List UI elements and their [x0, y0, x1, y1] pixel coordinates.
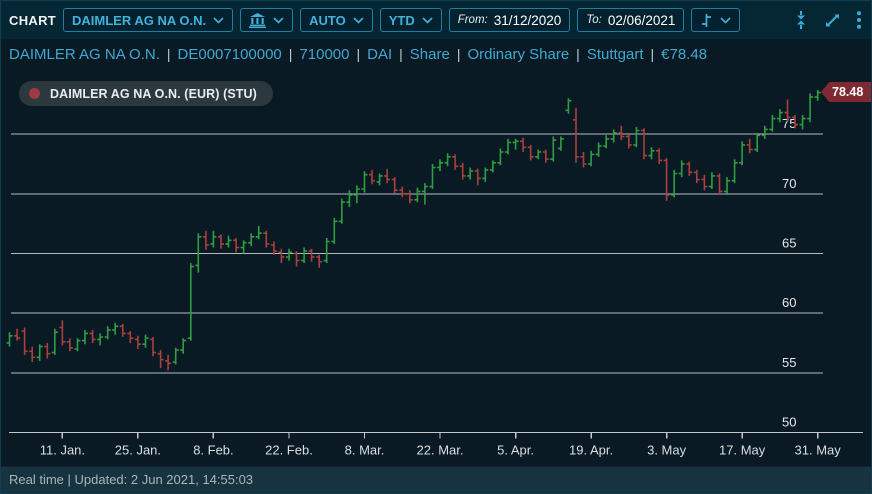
svg-text:8. Mar.: 8. Mar. — [345, 443, 385, 458]
svg-text:25. Jan.: 25. Jan. — [115, 443, 161, 458]
chart-widget: CHART DAIMLER AG NA O.N. AUTO — [0, 0, 872, 494]
svg-text:5. Apr.: 5. Apr. — [497, 443, 534, 458]
svg-text:65: 65 — [782, 235, 796, 250]
svg-text:3. May: 3. May — [647, 443, 687, 458]
svg-text:60: 60 — [782, 295, 796, 310]
svg-text:22. Mar.: 22. Mar. — [417, 443, 464, 458]
x-axis: 11. Jan. 25. Jan. 8. Feb. 22. Feb. 8. Mar. 22… — [9, 433, 863, 458]
y-axis-labels: 505560657075 — [782, 116, 796, 429]
series-legend[interactable]: DAIMLER AG NA O.N. (EUR) (STU) — [19, 81, 273, 106]
series-legend-label: DAIMLER AG NA O.N. (EUR) (STU) — [50, 87, 257, 101]
svg-text:19. Apr.: 19. Apr. — [569, 443, 613, 458]
svg-text:50: 50 — [782, 415, 796, 430]
ohlc-series — [7, 90, 821, 370]
svg-text:8. Feb.: 8. Feb. — [193, 443, 233, 458]
last-price-value: 78.48 — [832, 85, 863, 99]
series-color-dot — [29, 88, 40, 99]
svg-text:55: 55 — [782, 355, 796, 370]
grid-lines — [11, 134, 823, 373]
svg-text:31. May: 31. May — [795, 443, 842, 458]
svg-text:22. Feb.: 22. Feb. — [265, 443, 313, 458]
svg-text:17. May: 17. May — [719, 443, 766, 458]
last-price-badge: 78.48 — [821, 82, 872, 102]
price-chart: 50556065707511. Jan.25. Jan.8. Feb.22. F… — [1, 1, 872, 494]
svg-text:11. Jan.: 11. Jan. — [40, 443, 85, 458]
svg-text:70: 70 — [782, 176, 796, 191]
